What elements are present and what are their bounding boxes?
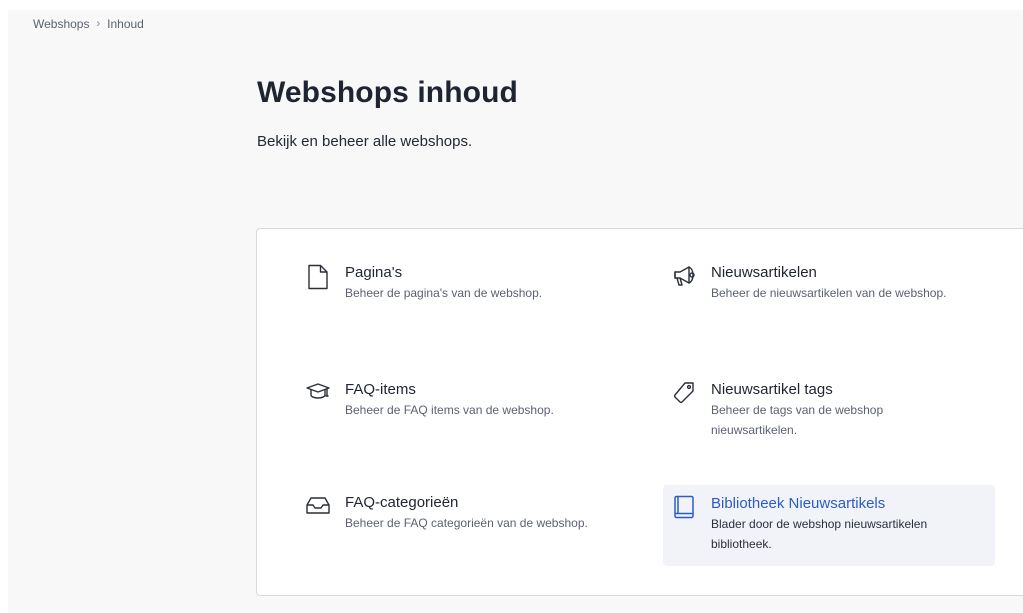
menu-item-nieuwsartikelen[interactable]: Nieuwsartikelen Beheer de nieuwsartikele… [671,264,1001,303]
menu-item-description: Beheer de FAQ categorieën van de webshop… [345,516,588,530]
menu-item-label: Nieuwsartikel tags [711,381,833,398]
menu-item-description: Beheer de tags van de webshop nieuwsarti… [711,403,884,437]
menu-item-description: Beheer de nieuwsartikelen van de webshop… [711,286,947,300]
content-menu-card: Pagina's Beheer de pagina's van de websh… [256,228,1023,596]
menu-item-label: Nieuwsartikelen [711,264,817,281]
menu-item-label: Pagina's [345,264,403,281]
menu-item-faq-items[interactable]: FAQ-items Beheer de FAQ items van de web… [305,381,635,420]
graduation-cap-icon [305,381,331,407]
breadcrumb: Webshops › Inhoud [33,17,144,31]
breadcrumb-inhoud-link[interactable]: Inhoud [107,17,144,31]
breadcrumb-webshops-link[interactable]: Webshops [33,17,89,31]
menu-item-description: Blader door de webshop nieuwsartikelen b… [711,517,928,551]
page-subtitle: Bekijk en beheer alle webshops. [257,133,473,150]
document-icon [305,264,331,290]
page-title: Webshops inhoud [257,76,518,109]
menu-item-bibliotheek-nieuwsartikels[interactable]: Bibliotheek Nieuwsartikels Blader door d… [663,485,995,566]
menu-item-description: Beheer de pagina's van de webshop. [345,286,543,300]
inbox-tray-icon [305,494,331,520]
megaphone-icon [671,264,697,290]
menu-item-description: Beheer de FAQ items van de webshop. [345,403,554,417]
menu-item-paginas[interactable]: Pagina's Beheer de pagina's van de websh… [305,264,635,303]
menu-item-nieuwsartikel-tags[interactable]: Nieuwsartikel tags Beheer de tags van de… [671,381,1001,440]
breadcrumb-separator: › [96,18,101,30]
book-icon [671,495,697,521]
menu-item-label: FAQ-categorieën [345,494,459,511]
menu-item-label: Bibliotheek Nieuwsartikels [711,495,886,512]
menu-item-faq-categorieen[interactable]: FAQ-categorieën Beheer de FAQ categorieë… [305,494,635,533]
menu-item-label: FAQ-items [345,381,416,398]
tag-icon [671,381,697,407]
